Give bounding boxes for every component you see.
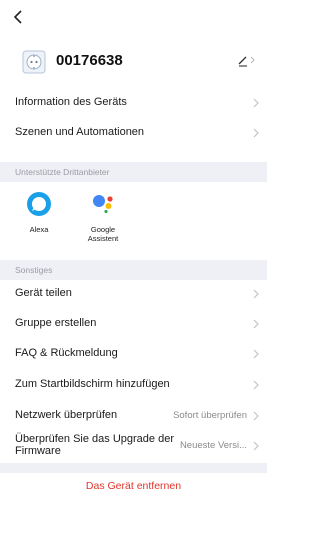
add-to-homescreen-row[interactable]: Zum Startbildschirm hinzufügen — [0, 371, 267, 401]
back-button[interactable] — [12, 10, 32, 30]
firmware-upgrade-label: Überprüfen Sie das Upgrade der Firmware — [15, 433, 174, 457]
chevron-right-icon — [253, 380, 259, 390]
create-group-label: Gruppe erstellen — [15, 317, 97, 329]
chevron-right-icon — [253, 441, 259, 451]
device-header: 00176638 — [0, 46, 267, 80]
pencil-icon — [238, 56, 255, 67]
third-party-section-header: Unterstützte Drittanbieter — [0, 162, 267, 182]
alexa-icon — [27, 192, 51, 216]
create-group-row[interactable]: Gruppe erstellen — [0, 310, 267, 340]
third-party-list: Alexa Google Assistent — [0, 182, 267, 258]
top-bar — [0, 0, 267, 40]
edit-name-button[interactable] — [237, 52, 257, 68]
firmware-upgrade-row[interactable]: Überprüfen Sie das Upgrade der Firmware … — [0, 429, 267, 463]
google-label-line2: Assistent — [87, 234, 119, 243]
section-title: Sonstiges — [15, 265, 53, 275]
google-label-line1: Google — [90, 225, 116, 234]
alexa-tile[interactable]: Alexa — [9, 190, 69, 234]
chevron-right-icon — [253, 319, 259, 329]
device-name: 00176638 — [56, 52, 123, 69]
check-network-row[interactable]: Netzwerk überprüfen Sofort überprüfen — [0, 402, 267, 432]
chevron-right-icon — [253, 349, 259, 359]
share-device-label: Gerät teilen — [15, 287, 72, 299]
check-network-value: Sofort überprüfen — [173, 410, 247, 421]
remove-device-button[interactable]: Das Gerät entfernen — [0, 480, 267, 492]
chevron-right-icon — [253, 289, 259, 299]
faq-feedback-label: FAQ & Rückmeldung — [15, 347, 118, 359]
scenes-automation-row[interactable]: Szenen und Automationen — [0, 119, 267, 149]
section-title: Unterstützte Drittanbieter — [15, 167, 110, 177]
scenes-automation-label: Szenen und Automationen — [15, 126, 145, 138]
alexa-label: Alexa — [29, 225, 49, 234]
chevron-right-icon — [253, 128, 259, 138]
google-assistant-icon — [93, 195, 113, 214]
misc-section-header: Sonstiges — [0, 260, 267, 280]
google-assistant-tile[interactable]: Google Assistent — [73, 190, 133, 243]
chevron-right-icon — [253, 411, 259, 421]
google-assistant-label: Google Assistent — [73, 225, 133, 243]
firmware-upgrade-value: Neueste Versi... — [179, 440, 247, 451]
chevron-left-icon — [13, 10, 22, 24]
faq-feedback-row[interactable]: FAQ & Rückmeldung — [0, 340, 267, 370]
add-to-homescreen-label: Zum Startbildschirm hinzufügen — [15, 378, 170, 390]
share-device-row[interactable]: Gerät teilen — [0, 280, 267, 310]
check-network-label: Netzwerk überprüfen — [15, 409, 118, 421]
divider — [0, 463, 267, 473]
device-info-row[interactable]: Information des Geräts — [0, 89, 267, 119]
smart-plug-icon — [22, 50, 46, 74]
device-info-label: Information des Geräts — [15, 96, 127, 108]
chevron-right-icon — [253, 98, 259, 108]
